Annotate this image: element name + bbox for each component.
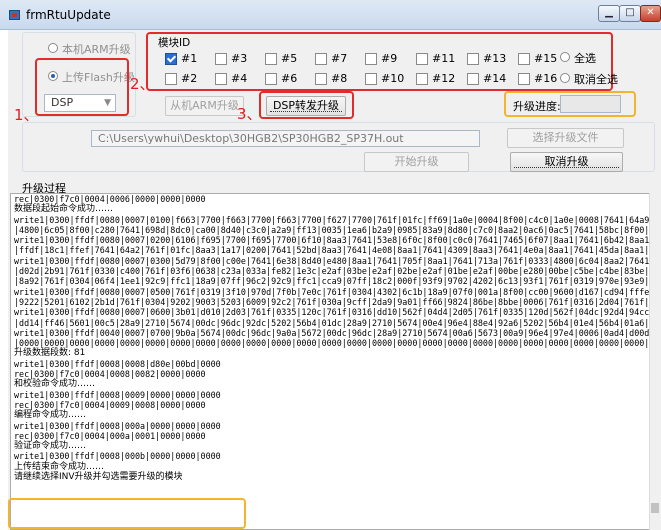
- module-checkbox-label: #16: [534, 72, 558, 85]
- module-checkbox[interactable]: [315, 53, 327, 65]
- log-line: rec|0300|f7c0|0004|0009|0008|0000|0000: [14, 399, 206, 410]
- minimize-button[interactable]: ▁: [598, 5, 620, 22]
- progress-field: [560, 95, 621, 113]
- log-line: write1|0300|ffdf|0080|0007|0300|5d79|8f0…: [14, 255, 650, 266]
- annotation-number-3: 3、: [237, 105, 262, 123]
- log-line: 上传结束命令成功……: [14, 461, 105, 472]
- log-line: |ffdf|18c1|ffef|7641|64a2|761f|01fc|8aa3…: [14, 245, 650, 256]
- log-line: 升级数据段数: 81: [14, 348, 86, 359]
- log-line: |0000|0000|0000|0000|0000|0000|0000|0000…: [14, 338, 650, 349]
- select-file-button[interactable]: 选择升级文件: [507, 128, 624, 148]
- cancel-upgrade-button[interactable]: 取消升级: [510, 152, 623, 172]
- window-title: frmRtuUpdate: [26, 8, 111, 22]
- upgrade-log[interactable]: rec|0300|f7c0|0004|0006|0000|0000|0000 数据…: [10, 193, 650, 530]
- module-checkbox[interactable]: [416, 73, 428, 85]
- log-line: |d02d|2b91|761f|0330|c400|761f|03f6|0638…: [14, 266, 650, 277]
- log-line: |9222|5201|6102|2b1d|761f|0304|9202|9003…: [14, 296, 650, 307]
- log-line: write1|0300|ffdf|0008|0009|0000|0000|000…: [14, 389, 221, 400]
- module-checkbox-label: #3: [231, 52, 248, 65]
- select-all-radio[interactable]: [560, 52, 570, 62]
- module-checkbox-label: #1: [181, 52, 198, 65]
- scroll-thumb[interactable]: [651, 503, 659, 513]
- log-highlight-box: [8, 498, 246, 529]
- module-id-title: 模块ID: [158, 37, 191, 49]
- module-checkbox[interactable]: [467, 53, 479, 65]
- module-checkbox-label: #14: [483, 72, 507, 85]
- select-all-label: 全选: [574, 52, 596, 65]
- module-checkbox[interactable]: [215, 73, 227, 85]
- module-checkbox-label: #7: [331, 52, 348, 65]
- log-line: rec|0300|f7c0|0004|000a|0001|0000|0000: [14, 430, 206, 441]
- module-checkbox-label: #13: [483, 52, 507, 65]
- client-area: 本机ARM升级 上传Flash升级 DSP ▼ 1、 模块ID #1 #3 #5 #7…: [8, 30, 661, 530]
- module-checkbox-label: #8: [331, 72, 348, 85]
- module-checkbox-label: #5: [281, 52, 298, 65]
- module-checkbox-label: #10: [381, 72, 405, 85]
- log-line: |4800|6c05|8f00|c280|7641|698d|8dc0|ca00…: [14, 224, 650, 235]
- device-select[interactable]: DSP ▼: [44, 94, 116, 112]
- module-checkbox-label: #9: [381, 52, 398, 65]
- log-line: 数据段起始命令成功……: [14, 204, 114, 215]
- module-checkbox[interactable]: [467, 73, 479, 85]
- log-line: write1|0300|ffdf|0080|0007|0600|3b01|d01…: [14, 307, 650, 318]
- annotation-number-2: 2、: [130, 75, 155, 93]
- module-checkbox-label: #6: [281, 72, 298, 85]
- close-button[interactable]: ✕: [640, 5, 661, 22]
- module-checkbox-label: #11: [432, 52, 456, 65]
- log-body: rec|0300|f7c0|0004|0006|0000|0000|0000 数据…: [11, 194, 649, 482]
- chevron-down-icon: ▼: [104, 98, 111, 108]
- log-line: |8a92|761f|0304|06f4|1ee1|92c9|ffc1|18a9…: [14, 276, 650, 287]
- cancel-all-label: 取消全选: [574, 73, 618, 86]
- device-select-value: DSP: [51, 96, 74, 109]
- module-checkbox-label: #15: [534, 52, 558, 65]
- log-line: |dd14|ff46|5601|00c5|28a9|2710|5674|00dc…: [14, 317, 650, 328]
- module-checkbox-label: #2: [181, 72, 198, 85]
- log-line: 编程命令成功……: [14, 410, 87, 421]
- focus-indicator: [270, 111, 342, 112]
- log-line: 和校验命令成功……: [14, 379, 96, 390]
- log-line: write1|0300|ffdf|0080|0007|0100|f663|770…: [14, 214, 650, 225]
- local-arm-label: 本机ARM升级: [62, 43, 131, 56]
- module-checkbox-label: #12: [432, 72, 456, 85]
- app-icon: [9, 10, 20, 20]
- log-line: write1|0300|ffdf|0080|0007|0500|761f|031…: [14, 286, 650, 297]
- module-checkbox[interactable]: [416, 53, 428, 65]
- module-checkbox[interactable]: [518, 53, 530, 65]
- progress-label: 升级进度:: [513, 100, 561, 113]
- module-checkbox[interactable]: [518, 73, 530, 85]
- log-line: 验证命令成功……: [14, 441, 87, 452]
- module-checkbox[interactable]: [365, 53, 377, 65]
- log-line: write1|0300|ffdf|0008|000b|0000|0000|000…: [14, 451, 221, 462]
- focus-indicator: [514, 167, 619, 168]
- log-line: write1|0300|ffdf|0008|000a|0000|0000|000…: [14, 420, 221, 431]
- module-checkbox[interactable]: [165, 73, 177, 85]
- log-line: write1|0300|ffdf|0008|0008|d80e|00bd|000…: [14, 358, 221, 369]
- module-checkbox[interactable]: [215, 53, 227, 65]
- module-checkbox-label: #4: [231, 72, 248, 85]
- log-line: write1|0300|ffdf|0080|0007|0200|6106|f69…: [14, 235, 650, 246]
- module-checkbox[interactable]: [165, 53, 177, 65]
- module-checkbox[interactable]: [265, 53, 277, 65]
- log-scrollbar[interactable]: [649, 193, 661, 530]
- dsp-upgrade-button[interactable]: DSP转发升级: [266, 96, 346, 116]
- maximize-button[interactable]: □: [619, 5, 641, 22]
- log-line: 请继续选择INV升级并勾选需要升级的模块: [14, 472, 183, 483]
- module-checkbox[interactable]: [315, 73, 327, 85]
- log-line: write1|0300|ffdf|0040|0007|0700|9b0a|567…: [14, 327, 650, 338]
- cancel-all-radio[interactable]: [560, 73, 570, 83]
- title-bar: frmRtuUpdate ▁ □ ✕: [0, 0, 661, 30]
- start-upgrade-button[interactable]: 开始升级: [364, 152, 469, 172]
- module-checkbox[interactable]: [365, 73, 377, 85]
- module-checkbox[interactable]: [265, 73, 277, 85]
- arm-upgrade-button[interactable]: 从机ARM升级: [165, 96, 244, 116]
- file-path-field[interactable]: C:\Users\ywhui\Desktop\30HGB2\SP30HGB2_S…: [91, 130, 480, 147]
- log-line: rec|0300|f7c0|0004|0008|0082|0000|0000: [14, 369, 206, 380]
- local-arm-radio[interactable]: [48, 43, 58, 53]
- log-line: rec|0300|f7c0|0004|0006|0000|0000|0000: [14, 194, 206, 204]
